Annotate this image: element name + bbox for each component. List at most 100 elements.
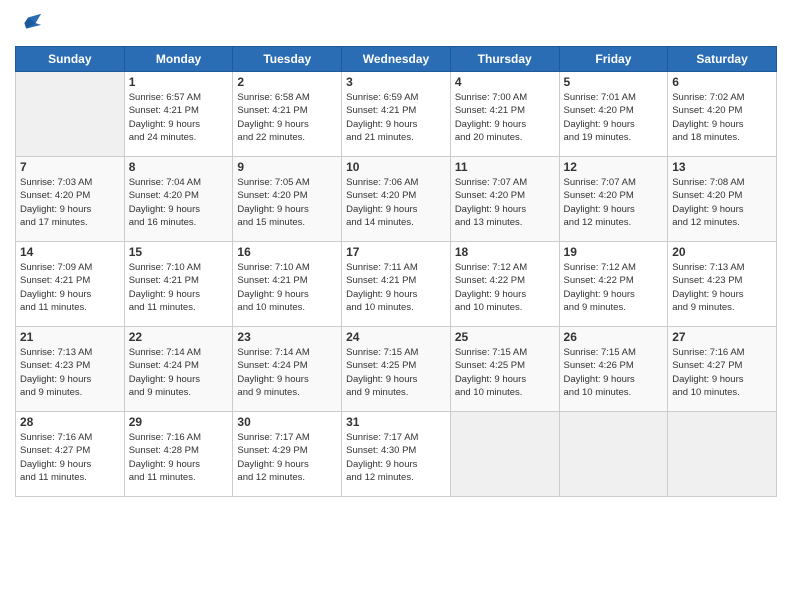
calendar-cell: 1Sunrise: 6:57 AM Sunset: 4:21 PM Daylig… xyxy=(124,72,233,157)
day-info: Sunrise: 7:13 AM Sunset: 4:23 PM Dayligh… xyxy=(672,261,772,314)
logo xyxy=(15,10,47,38)
calendar-cell: 22 Sunrise: 7:14 AM Sunset: 4:24 PM Dayli… xyxy=(124,327,233,412)
calendar-cell: 30 Sunrise: 7:17 AM Sunset: 4:29 PM Dayli… xyxy=(233,412,342,497)
calendar-cell: 4Sunrise: 7:00 AM Sunset: 4:21 PM Daylig… xyxy=(450,72,559,157)
calendar-cell: 14 Sunrise: 7:09 AM Sunset: 4:21 PM Dayli… xyxy=(16,242,125,327)
day-number: 9 xyxy=(237,160,337,174)
calendar-cell: 11 Sunrise: 7:07 AM Sunset: 4:20 PM Dayli… xyxy=(450,157,559,242)
calendar-cell: 26 Sunrise: 7:15 AM Sunset: 4:26 PM Dayli… xyxy=(559,327,668,412)
day-number: 19 xyxy=(564,245,664,259)
day-info: Sunrise: 7:07 AM Sunset: 4:20 PM Dayligh… xyxy=(455,176,555,229)
day-info: Sunrise: 7:16 AM Sunset: 4:27 PM Dayligh… xyxy=(672,346,772,399)
calendar-cell: 24 Sunrise: 7:15 AM Sunset: 4:25 PM Dayli… xyxy=(342,327,451,412)
day-info: Sunrise: 7:15 AM Sunset: 4:25 PM Dayligh… xyxy=(346,346,446,399)
day-info: Sunrise: 7:02 AM Sunset: 4:20 PM Dayligh… xyxy=(672,91,772,144)
day-number: 28 xyxy=(20,415,120,429)
day-number: 22 xyxy=(129,330,229,344)
day-number: 25 xyxy=(455,330,555,344)
day-number: 5 xyxy=(564,75,664,89)
weekday-header-thursday: Thursday xyxy=(450,47,559,72)
calendar-cell: 7 Sunrise: 7:03 AM Sunset: 4:20 PM Daylig… xyxy=(16,157,125,242)
day-info: Sunrise: 7:03 AM Sunset: 4:20 PM Dayligh… xyxy=(20,176,120,229)
calendar-cell: 2 Sunrise: 6:58 AM Sunset: 4:21 PM Daylig… xyxy=(233,72,342,157)
day-info: Sunrise: 7:13 AM Sunset: 4:23 PM Dayligh… xyxy=(20,346,120,399)
day-number: 27 xyxy=(672,330,772,344)
calendar-cell: 25 Sunrise: 7:15 AM Sunset: 4:25 PM Dayli… xyxy=(450,327,559,412)
weekday-header-tuesday: Tuesday xyxy=(233,47,342,72)
day-number: 14 xyxy=(20,245,120,259)
weekday-header-row: SundayMondayTuesdayWednesdayThursdayFrid… xyxy=(16,47,777,72)
week-row-1: 7 Sunrise: 7:03 AM Sunset: 4:20 PM Daylig… xyxy=(16,157,777,242)
day-info: Sunrise: 7:11 AM Sunset: 4:21 PM Dayligh… xyxy=(346,261,446,314)
week-row-2: 14 Sunrise: 7:09 AM Sunset: 4:21 PM Dayli… xyxy=(16,242,777,327)
day-number: 8 xyxy=(129,160,229,174)
day-number: 26 xyxy=(564,330,664,344)
day-number: 20 xyxy=(672,245,772,259)
day-info: Sunrise: 7:10 AM Sunset: 4:21 PM Dayligh… xyxy=(237,261,337,314)
day-info: Sunrise: 7:12 AM Sunset: 4:22 PM Dayligh… xyxy=(455,261,555,314)
calendar-cell xyxy=(450,412,559,497)
day-number: 17 xyxy=(346,245,446,259)
calendar-cell xyxy=(668,412,777,497)
day-info: Sunrise: 7:09 AM Sunset: 4:21 PM Dayligh… xyxy=(20,261,120,314)
header xyxy=(15,10,777,38)
calendar-table: SundayMondayTuesdayWednesdayThursdayFrid… xyxy=(15,46,777,497)
day-info: Sunrise: 7:06 AM Sunset: 4:20 PM Dayligh… xyxy=(346,176,446,229)
day-number: 6 xyxy=(672,75,772,89)
calendar-cell: 10 Sunrise: 7:06 AM Sunset: 4:20 PM Dayli… xyxy=(342,157,451,242)
weekday-header-monday: Monday xyxy=(124,47,233,72)
day-info: Sunrise: 7:15 AM Sunset: 4:25 PM Dayligh… xyxy=(455,346,555,399)
day-number: 13 xyxy=(672,160,772,174)
day-info: Sunrise: 7:08 AM Sunset: 4:20 PM Dayligh… xyxy=(672,176,772,229)
calendar-cell xyxy=(16,72,125,157)
calendar-cell: 15Sunrise: 7:10 AM Sunset: 4:21 PM Dayli… xyxy=(124,242,233,327)
calendar-cell: 3 Sunrise: 6:59 AM Sunset: 4:21 PM Daylig… xyxy=(342,72,451,157)
calendar-cell: 31Sunrise: 7:17 AM Sunset: 4:30 PM Dayli… xyxy=(342,412,451,497)
day-number: 29 xyxy=(129,415,229,429)
weekday-header-wednesday: Wednesday xyxy=(342,47,451,72)
calendar-cell xyxy=(559,412,668,497)
day-info: Sunrise: 7:01 AM Sunset: 4:20 PM Dayligh… xyxy=(564,91,664,144)
day-info: Sunrise: 6:58 AM Sunset: 4:21 PM Dayligh… xyxy=(237,91,337,144)
day-number: 7 xyxy=(20,160,120,174)
day-info: Sunrise: 7:07 AM Sunset: 4:20 PM Dayligh… xyxy=(564,176,664,229)
day-number: 11 xyxy=(455,160,555,174)
day-info: Sunrise: 7:05 AM Sunset: 4:20 PM Dayligh… xyxy=(237,176,337,229)
day-info: Sunrise: 7:04 AM Sunset: 4:20 PM Dayligh… xyxy=(129,176,229,229)
day-info: Sunrise: 7:14 AM Sunset: 4:24 PM Dayligh… xyxy=(237,346,337,399)
day-number: 2 xyxy=(237,75,337,89)
day-info: Sunrise: 7:16 AM Sunset: 4:28 PM Dayligh… xyxy=(129,431,229,484)
day-info: Sunrise: 7:16 AM Sunset: 4:27 PM Dayligh… xyxy=(20,431,120,484)
page: SundayMondayTuesdayWednesdayThursdayFrid… xyxy=(0,0,792,612)
day-number: 3 xyxy=(346,75,446,89)
day-info: Sunrise: 6:59 AM Sunset: 4:21 PM Dayligh… xyxy=(346,91,446,144)
weekday-header-friday: Friday xyxy=(559,47,668,72)
calendar-cell: 20 Sunrise: 7:13 AM Sunset: 4:23 PM Dayli… xyxy=(668,242,777,327)
day-number: 21 xyxy=(20,330,120,344)
calendar-cell: 12 Sunrise: 7:07 AM Sunset: 4:20 PM Dayli… xyxy=(559,157,668,242)
day-info: Sunrise: 7:10 AM Sunset: 4:21 PM Dayligh… xyxy=(129,261,229,314)
day-number: 30 xyxy=(237,415,337,429)
day-number: 24 xyxy=(346,330,446,344)
day-number: 10 xyxy=(346,160,446,174)
week-row-0: 1Sunrise: 6:57 AM Sunset: 4:21 PM Daylig… xyxy=(16,72,777,157)
day-number: 31 xyxy=(346,415,446,429)
calendar-cell: 13 Sunrise: 7:08 AM Sunset: 4:20 PM Dayli… xyxy=(668,157,777,242)
day-number: 18 xyxy=(455,245,555,259)
day-number: 23 xyxy=(237,330,337,344)
calendar-cell: 23 Sunrise: 7:14 AM Sunset: 4:24 PM Dayli… xyxy=(233,327,342,412)
logo-icon xyxy=(15,10,43,38)
week-row-3: 21 Sunrise: 7:13 AM Sunset: 4:23 PM Dayli… xyxy=(16,327,777,412)
calendar-cell: 5 Sunrise: 7:01 AM Sunset: 4:20 PM Daylig… xyxy=(559,72,668,157)
weekday-header-sunday: Sunday xyxy=(16,47,125,72)
calendar-cell: 6 Sunrise: 7:02 AM Sunset: 4:20 PM Daylig… xyxy=(668,72,777,157)
day-info: Sunrise: 7:14 AM Sunset: 4:24 PM Dayligh… xyxy=(129,346,229,399)
day-number: 12 xyxy=(564,160,664,174)
day-number: 16 xyxy=(237,245,337,259)
day-info: Sunrise: 7:15 AM Sunset: 4:26 PM Dayligh… xyxy=(564,346,664,399)
calendar-cell: 27 Sunrise: 7:16 AM Sunset: 4:27 PM Dayli… xyxy=(668,327,777,412)
week-row-4: 28 Sunrise: 7:16 AM Sunset: 4:27 PM Dayli… xyxy=(16,412,777,497)
calendar-cell: 8 Sunrise: 7:04 AM Sunset: 4:20 PM Daylig… xyxy=(124,157,233,242)
calendar-cell: 28 Sunrise: 7:16 AM Sunset: 4:27 PM Dayli… xyxy=(16,412,125,497)
day-info: Sunrise: 7:17 AM Sunset: 4:29 PM Dayligh… xyxy=(237,431,337,484)
